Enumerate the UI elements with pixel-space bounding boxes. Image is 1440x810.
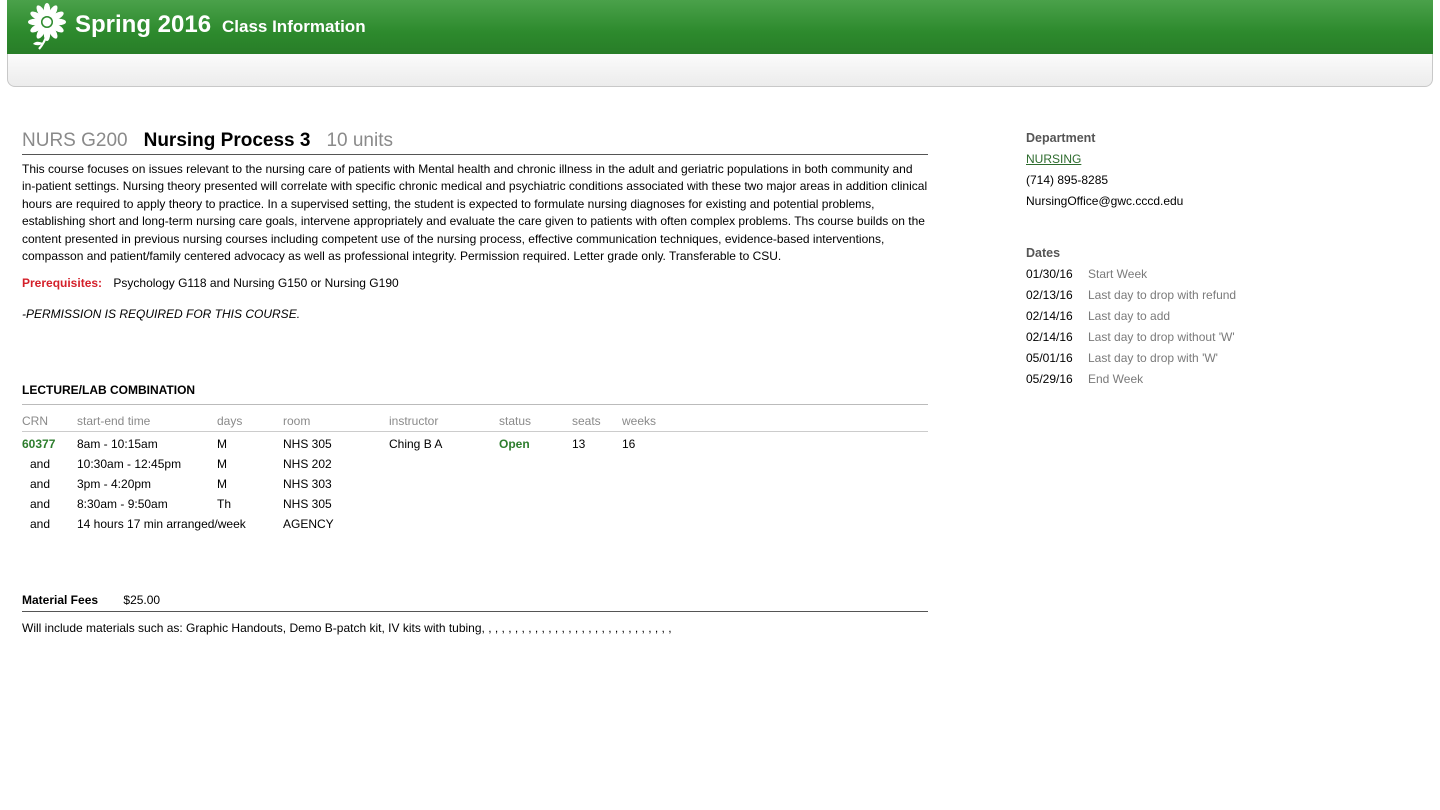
season-title: Spring 2016 <box>75 11 212 38</box>
table-row: and 14 hours 17 min arranged/week AGENCY <box>22 514 682 534</box>
col-weeks: weeks <box>622 413 657 428</box>
time-value: 10:30am - 12:45pm <box>77 457 182 471</box>
date-item: 02/14/16 Last day to add <box>1026 309 1426 323</box>
days-value: M <box>217 477 227 491</box>
sidebar: Department NURSING (714) 895-8285 Nursin… <box>1026 131 1426 386</box>
date-label: Last day to drop with 'W' <box>1088 351 1218 365</box>
weeks-value: 16 <box>622 437 636 451</box>
date-label: Start Week <box>1088 267 1148 281</box>
date-label: Last day to add <box>1088 309 1171 323</box>
date-item: 02/13/16 Last day to drop with refund <box>1026 288 1426 302</box>
flower-logo-icon <box>28 3 66 50</box>
table-row: 60377 8am - 10:15am M NHS 305 Ching B A … <box>22 434 682 454</box>
crn-value: and <box>30 477 51 491</box>
col-time: start-end time <box>77 413 151 428</box>
page-title: Class Information <box>222 17 366 36</box>
material-fees: Material Fees $25.00 <box>22 593 928 612</box>
date-value: 02/14/16 <box>1026 309 1073 323</box>
sub-navigation-bar <box>7 54 1433 87</box>
room-value: NHS 305 <box>283 497 332 511</box>
schedule-table: CRN start-end time days room instructor … <box>22 410 682 534</box>
permission-note: -PERMISSION IS REQUIRED FOR THIS COURSE. <box>22 307 301 322</box>
date-item: 02/14/16 Last day to drop without 'W' <box>1026 330 1426 344</box>
course-heading: NURS G200 Nursing Process 3 10 units <box>22 130 928 155</box>
course-detail: NURS G200 Nursing Process 3 10 units This … <box>22 130 928 635</box>
date-value: 02/14/16 <box>1026 330 1073 344</box>
room-value: NHS 202 <box>283 457 332 471</box>
date-label: Last day to drop with refund <box>1088 288 1237 302</box>
date-label: Last day to drop without 'W' <box>1088 330 1235 344</box>
course-units: 10 units <box>326 130 393 151</box>
time-value: 3pm - 4:20pm <box>77 477 152 491</box>
material-fees-label: Material Fees <box>22 593 99 607</box>
prerequisites-value: Psychology G118 and Nursing G150 or Nurs… <box>113 276 399 291</box>
section-title: LECTURE/LAB COMBINATION <box>22 383 928 405</box>
days-value: Th <box>217 497 232 511</box>
department-phone: (714) 895-8285 <box>1026 173 1109 187</box>
date-item: 05/29/16 End Week <box>1026 372 1426 386</box>
course-name: Nursing Process 3 <box>143 130 311 151</box>
time-value: 8am - 10:15am <box>77 437 158 451</box>
header-bar: Spring 2016 Class Information <box>7 0 1433 54</box>
time-value: 8:30am - 9:50am <box>77 497 168 511</box>
material-fees-note: Will include materials such as: Graphic … <box>22 621 672 635</box>
table-row: and 3pm - 4:20pm M NHS 303 <box>22 474 682 494</box>
col-crn: CRN <box>22 413 48 428</box>
date-value: 01/30/16 <box>1026 267 1073 281</box>
date-value: 05/29/16 <box>1026 372 1073 386</box>
instructor-value: Ching B A <box>389 437 443 451</box>
department-heading: Department <box>1026 131 1096 145</box>
crn-value: 60377 <box>22 437 56 451</box>
table-row: and 10:30am - 12:45pm M NHS 202 <box>22 454 682 474</box>
dates-heading: Dates <box>1026 246 1061 260</box>
crn-value: and <box>30 497 51 511</box>
department-email: NursingOffice@gwc.cccd.edu <box>1026 194 1184 208</box>
seats-value: 13 <box>572 437 586 451</box>
date-item: 05/01/16 Last day to drop with 'W' <box>1026 351 1426 365</box>
col-days: days <box>217 413 243 428</box>
room-value: NHS 305 <box>283 437 332 451</box>
status-badge: Open <box>499 437 530 451</box>
date-label: End Week <box>1088 372 1144 386</box>
room-value: NHS 303 <box>283 477 332 491</box>
prerequisites-label: Prerequisites: <box>22 276 103 291</box>
days-value: M <box>217 457 227 471</box>
time-value: 14 hours 17 min arranged/week <box>77 517 246 531</box>
course-description: This course focuses on issues relevant t… <box>22 162 928 264</box>
prerequisites: Prerequisites: Psychology G118 and Nursi… <box>22 276 928 290</box>
col-seats: seats <box>572 413 601 428</box>
date-value: 05/01/16 <box>1026 351 1073 365</box>
crn-value: and <box>30 457 51 471</box>
material-fees-amount: $25.00 <box>123 593 161 607</box>
crn-value: and <box>30 517 51 531</box>
col-room: room <box>283 413 311 428</box>
date-value: 02/13/16 <box>1026 288 1073 302</box>
date-item: 01/30/16 Start Week <box>1026 267 1426 281</box>
col-status: status <box>499 413 532 428</box>
col-instructor: instructor <box>389 413 439 428</box>
room-value: AGENCY <box>283 517 334 531</box>
days-value: M <box>217 437 227 451</box>
table-row: and 8:30am - 9:50am Th NHS 305 <box>22 494 682 514</box>
department-link[interactable]: NURSING <box>1026 152 1426 166</box>
course-code: NURS G200 <box>22 130 128 151</box>
